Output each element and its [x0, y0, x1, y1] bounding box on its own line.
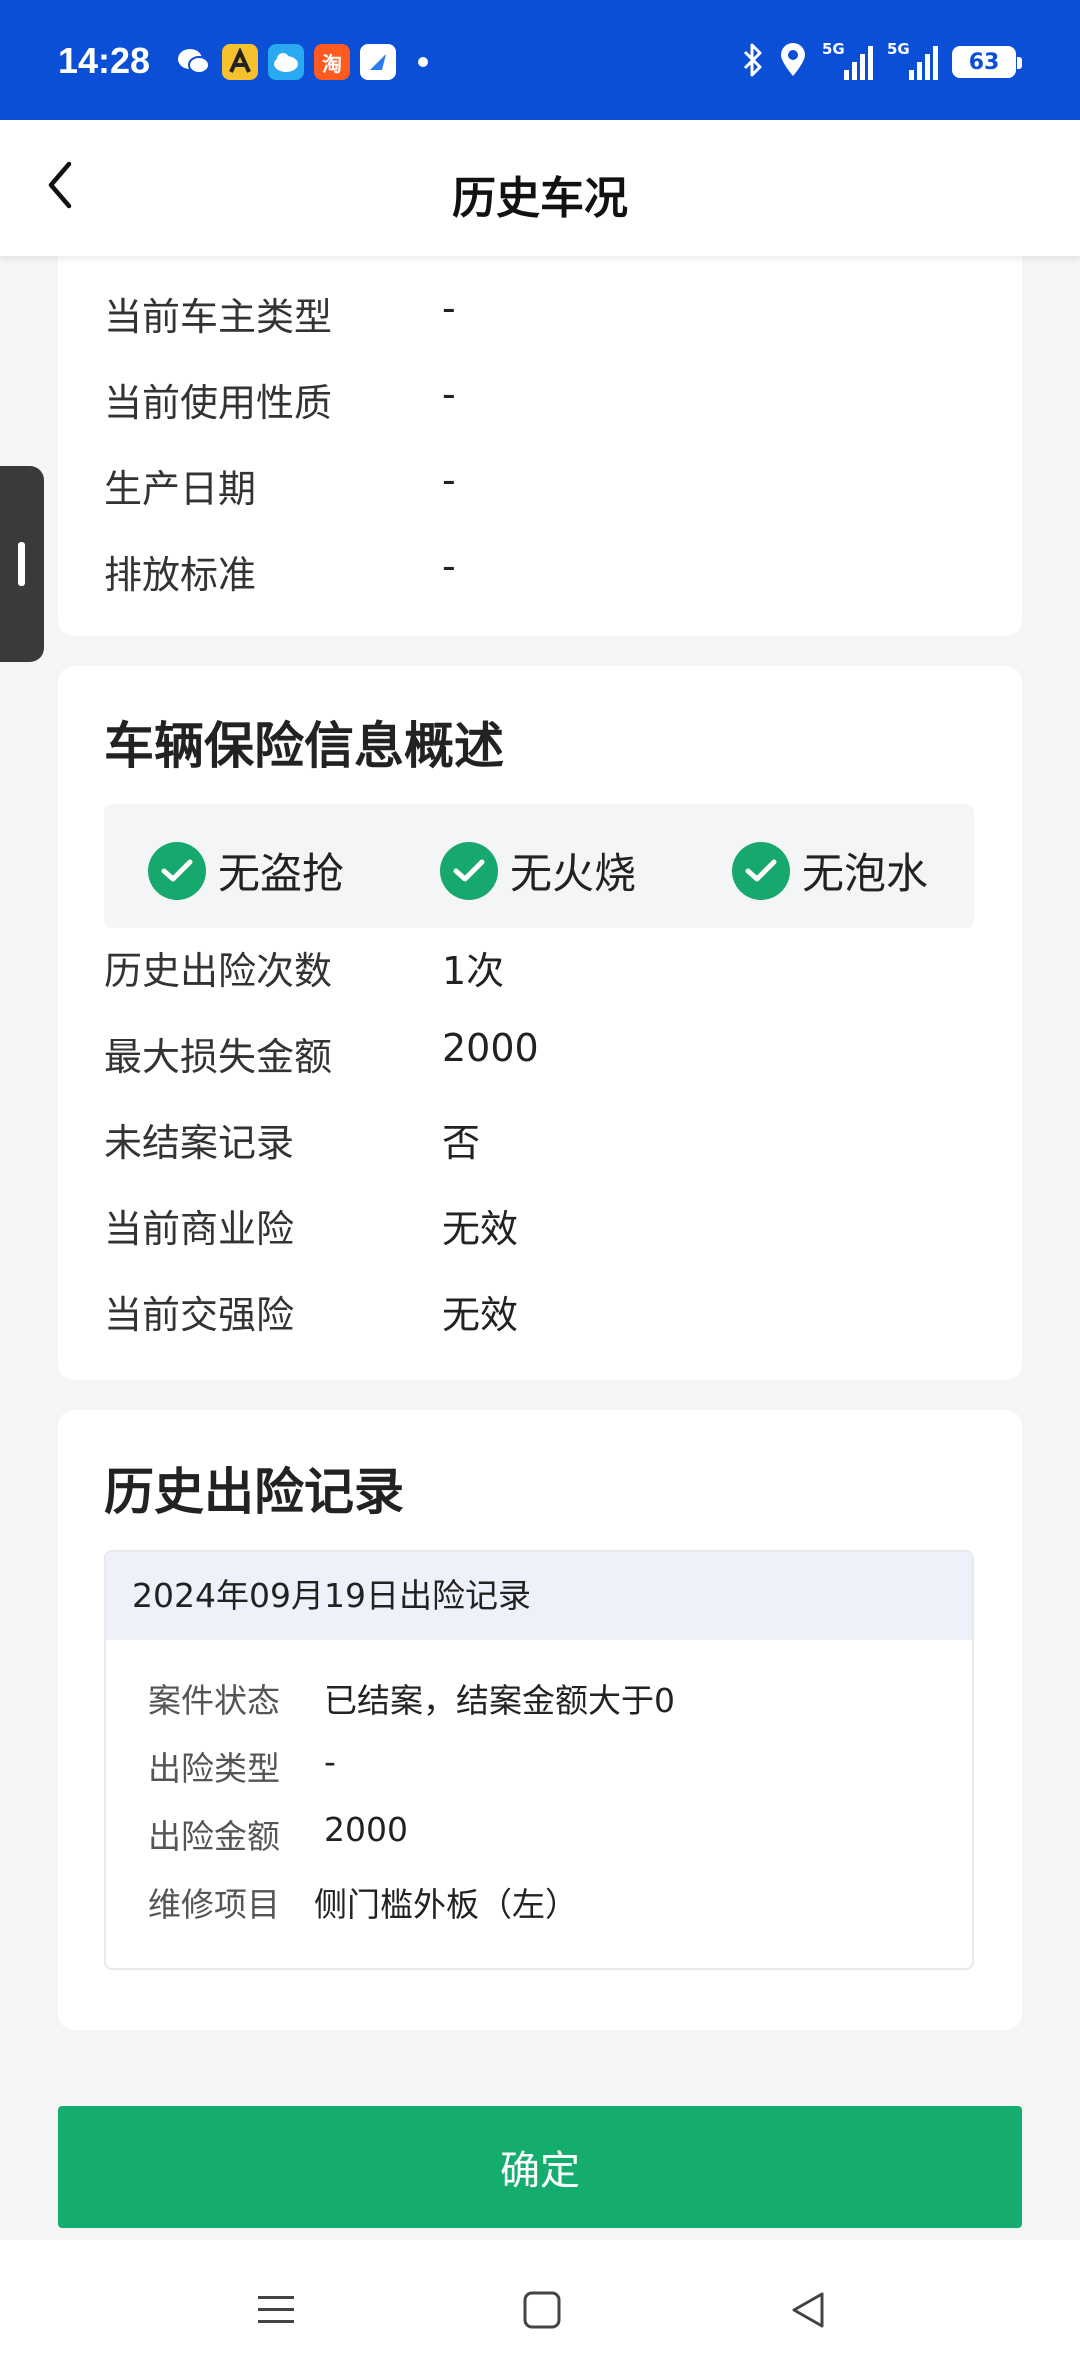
info-label: 历史出险次数	[104, 949, 333, 993]
info-row: 当前使用性质 -	[104, 372, 456, 427]
bluetooth-icon	[742, 42, 764, 82]
badge-label: 无火烧	[510, 849, 637, 898]
claim-record-row: 出险类型 -	[148, 1742, 336, 1790]
claim-record: 2024年09月19日出险记录 案件状态 已结案，结案金额大于0 出险类型 - …	[104, 1550, 974, 1970]
info-row: 当前商业险 无效	[104, 1198, 518, 1253]
info-value: -	[442, 458, 456, 502]
info-label: 生产日期	[104, 467, 257, 511]
info-value: 无效	[442, 1207, 519, 1251]
badge-label: 无泡水	[802, 849, 929, 898]
info-value: -	[442, 286, 456, 330]
check-circle-icon	[148, 841, 206, 900]
section-title: 车辆保险信息概述	[104, 717, 504, 775]
info-row: 当前车主类型 -	[104, 286, 456, 341]
app-icon-a	[222, 44, 258, 80]
claim-field-label: 出险类型	[148, 1749, 280, 1788]
info-label: 排放标准	[104, 553, 257, 597]
page-title: 历史车况	[452, 173, 628, 224]
claim-field-label: 维修项目	[148, 1885, 280, 1924]
info-row: 当前交强险 无效	[104, 1284, 518, 1339]
menu-icon[interactable]	[248, 2282, 304, 2338]
info-row: 历史出险次数 1次	[104, 940, 504, 995]
page-header: 历史车况	[0, 120, 1080, 256]
info-label: 当前交强险	[104, 1293, 295, 1337]
insurance-summary-card: 车辆保险信息概述 无盗抢 无火烧 无泡水 历史出险次数 1次 最大损失金额 20…	[58, 666, 1022, 1380]
signal-icon-2: 5G	[887, 40, 938, 80]
section-title: 历史出险记录	[104, 1463, 404, 1521]
check-circle-icon	[440, 841, 498, 900]
system-status: 5G 5G 63	[742, 40, 1022, 82]
claim-field-value: 侧门槛外板（左）	[314, 1885, 578, 1924]
app-icon-cloud	[268, 44, 304, 80]
info-row: 排放标准 -	[104, 544, 456, 599]
claim-field-label: 案件状态	[148, 1681, 280, 1720]
info-value: -	[442, 544, 456, 588]
back-triangle-icon[interactable]	[780, 2282, 836, 2338]
badge-no-theft: 无盗抢	[148, 840, 344, 901]
badge-label: 无盗抢	[218, 849, 345, 898]
badge-no-flood: 无泡水	[732, 840, 928, 901]
vehicle-basic-info-card: 当前车主类型 - 当前使用性质 - 生产日期 - 排放标准 -	[58, 200, 1022, 636]
signal-icon-1: 5G	[822, 40, 873, 80]
info-row: 生产日期 -	[104, 458, 456, 513]
claim-field-label: 出险金额	[148, 1817, 280, 1856]
wechat-icon	[176, 44, 212, 80]
check-circle-icon	[732, 841, 790, 900]
system-navigation-bar	[0, 2240, 1080, 2376]
info-row: 未结案记录 否	[104, 1112, 480, 1167]
status-time: 14:28	[58, 40, 151, 81]
location-icon	[778, 42, 808, 82]
claim-record-row: 案件状态 已结案，结案金额大于0	[148, 1674, 675, 1722]
taobao-icon: 淘	[314, 44, 350, 80]
info-label: 最大损失金额	[104, 1035, 333, 1079]
insurance-badges: 无盗抢 无火烧 无泡水	[104, 804, 974, 928]
info-row: 最大损失金额 2000	[104, 1026, 539, 1081]
info-label: 未结案记录	[104, 1121, 295, 1165]
info-value: 2000	[442, 1026, 539, 1070]
info-label: 当前车主类型	[104, 295, 333, 339]
info-value: 无效	[442, 1293, 519, 1337]
confirm-button[interactable]: 确定	[58, 2106, 1022, 2228]
claim-history-card: 历史出险记录 2024年09月19日出险记录 案件状态 已结案，结案金额大于0 …	[58, 1410, 1022, 2030]
info-label: 当前使用性质	[104, 381, 333, 425]
info-value: 否	[442, 1121, 481, 1165]
claim-field-value: -	[324, 1742, 336, 1781]
home-square-icon[interactable]	[514, 2282, 570, 2338]
claim-record-row: 出险金额 2000	[148, 1810, 408, 1858]
info-value: -	[442, 372, 456, 416]
claim-record-heading: 2024年09月19日出险记录	[106, 1552, 972, 1640]
info-value: 1次	[442, 949, 505, 993]
info-label: 当前商业险	[104, 1207, 295, 1251]
notification-icons: 淘	[176, 44, 428, 80]
claim-field-value: 已结案，结案金额大于0	[324, 1681, 675, 1720]
more-notifications-dot	[418, 57, 428, 67]
battery-icon: 63	[952, 46, 1022, 78]
status-bar: 14:28 淘 5G 5G 63	[0, 0, 1080, 120]
badge-no-fire: 无火烧	[440, 840, 636, 901]
floating-side-handle[interactable]	[0, 466, 44, 662]
claim-record-row: 维修项目 侧门槛外板（左）	[148, 1878, 578, 1926]
claim-field-value: 2000	[324, 1810, 408, 1849]
browser-icon	[360, 44, 396, 80]
